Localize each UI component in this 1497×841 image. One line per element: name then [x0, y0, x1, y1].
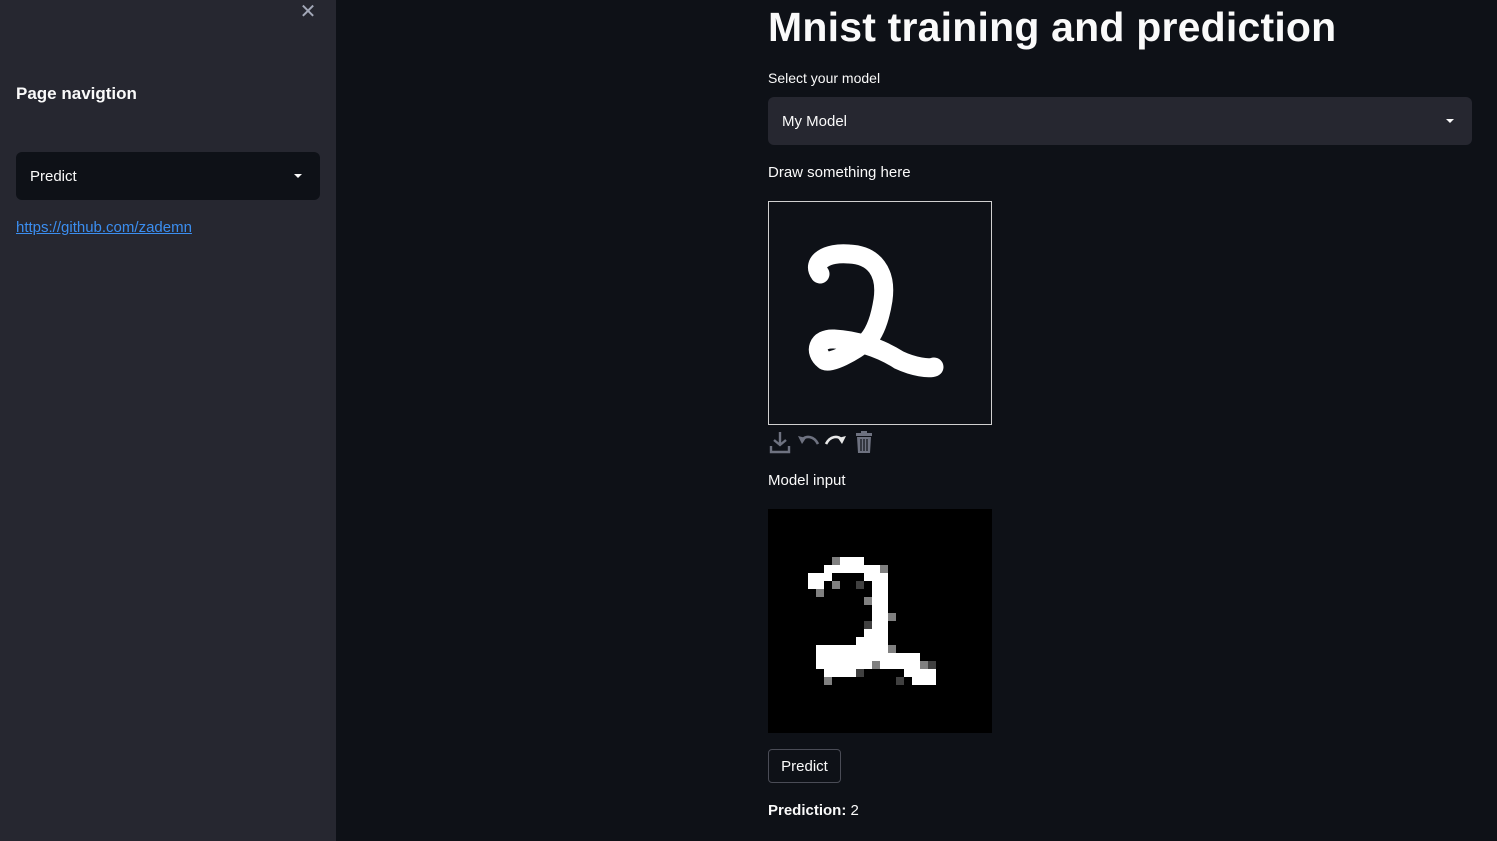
undo-button[interactable] — [795, 429, 821, 455]
close-sidebar-button[interactable]: ✕ — [298, 0, 318, 23]
redo-icon — [824, 435, 846, 445]
prediction-label: Prediction: — [768, 802, 847, 819]
page-title: Mnist training and prediction — [768, 4, 1337, 50]
model-select-label: Select your model — [768, 70, 881, 86]
close-icon: ✕ — [299, 0, 317, 23]
canvas-toolbar — [767, 429, 877, 455]
model-select-value: My Model — [782, 112, 848, 130]
sidebar-heading: Page navigtion — [16, 84, 137, 103]
sidebar: ✕ Page navigtion Predict https://github.… — [0, 0, 336, 841]
drawn-digit — [808, 244, 944, 378]
canvas-label: Draw something here — [768, 164, 911, 181]
download-button[interactable] — [767, 429, 793, 455]
pixelated-digit — [808, 557, 936, 685]
chevron-down-icon — [1446, 119, 1454, 123]
predict-button[interactable]: Predict — [768, 749, 841, 783]
drawing-canvas[interactable] — [768, 201, 992, 425]
redo-button[interactable] — [823, 429, 849, 455]
github-link[interactable]: https://github.com/zademn — [16, 219, 192, 236]
page-select-value: Predict — [30, 167, 77, 185]
page-select[interactable]: Predict — [16, 152, 320, 200]
download-icon — [769, 432, 791, 454]
prediction-result: Prediction: 2 — [768, 802, 859, 819]
model-input-image — [768, 509, 992, 733]
clear-button[interactable] — [851, 429, 877, 455]
prediction-value: 2 — [850, 802, 859, 819]
undo-icon — [798, 435, 820, 445]
model-select[interactable]: My Model — [768, 97, 1472, 145]
model-input-label: Model input — [768, 472, 846, 489]
trash-icon — [856, 431, 872, 453]
chevron-down-icon — [294, 174, 302, 178]
